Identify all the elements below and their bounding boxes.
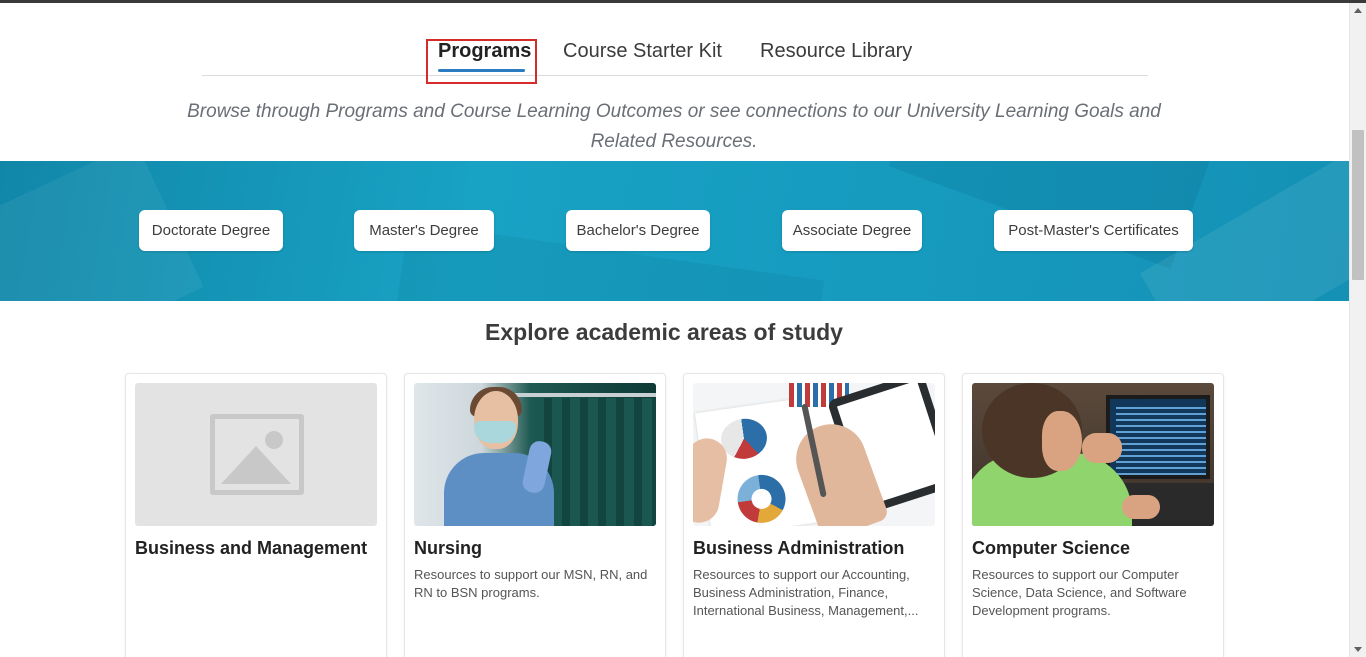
photo-hand bbox=[1122, 495, 1160, 519]
masters-degree-button[interactable]: Master's Degree bbox=[354, 210, 494, 251]
program-card-business-administration[interactable]: Business Administration Resources to sup… bbox=[683, 373, 945, 657]
scrollbar-thumb[interactable] bbox=[1352, 130, 1364, 280]
placeholder-mountain bbox=[221, 446, 291, 484]
tab-resource-library[interactable]: Resource Library bbox=[760, 40, 912, 63]
window-top-border bbox=[0, 0, 1366, 3]
associate-degree-button[interactable]: Associate Degree bbox=[782, 210, 922, 251]
card-title: Business Administration bbox=[693, 538, 905, 558]
card-image-programmer bbox=[972, 383, 1214, 526]
program-card-business-management[interactable]: Business and Management bbox=[125, 373, 387, 657]
card-image-placeholder bbox=[135, 383, 377, 526]
card-description: Resources to support our MSN, RN, and RN… bbox=[414, 567, 648, 600]
tab-course-starter-kit[interactable]: Course Starter Kit bbox=[563, 40, 722, 63]
program-card-computer-science[interactable]: Computer Science Resources to support ou… bbox=[962, 373, 1224, 657]
subtitle-line-2: Related Resources. bbox=[590, 131, 758, 152]
vertical-scrollbar[interactable] bbox=[1349, 3, 1366, 657]
donut-hole bbox=[750, 487, 773, 511]
photo-monitor bbox=[1106, 395, 1210, 479]
photo-mask bbox=[474, 421, 516, 443]
scroll-down-arrow-icon[interactable] bbox=[1354, 647, 1362, 652]
photo-face bbox=[1042, 411, 1082, 471]
program-tabs: Programs Course Starter Kit Resource Lib… bbox=[202, 34, 1148, 76]
bachelors-degree-button[interactable]: Bachelor's Degree bbox=[566, 210, 710, 251]
card-title: Nursing bbox=[414, 538, 483, 558]
page-subtitle: Browse through Programs and Course Learn… bbox=[180, 97, 1168, 157]
photo-rail bbox=[509, 393, 656, 397]
image-placeholder-icon bbox=[210, 414, 304, 495]
explore-heading: Explore academic areas of study bbox=[485, 319, 843, 345]
post-masters-certificates-button[interactable]: Post-Master's Certificates bbox=[994, 210, 1193, 251]
card-title: Computer Science bbox=[972, 538, 1131, 558]
annotation-highlight-box bbox=[426, 39, 537, 84]
card-title: Business and Management bbox=[135, 538, 368, 558]
card-description: Resources to support our Computer Scienc… bbox=[972, 567, 1187, 618]
subtitle-line-1: Browse through Programs and Course Learn… bbox=[187, 101, 1161, 122]
degree-banner: Doctorate Degree Master's Degree Bachelo… bbox=[0, 161, 1349, 301]
photo-code bbox=[1116, 407, 1206, 475]
program-card-nursing[interactable]: Nursing Resources to support our MSN, RN… bbox=[404, 373, 666, 657]
card-image-business-charts bbox=[693, 383, 935, 526]
card-image-nurse bbox=[414, 383, 656, 526]
doctorate-degree-button[interactable]: Doctorate Degree bbox=[139, 210, 283, 251]
photo-donut-chart bbox=[734, 471, 789, 526]
card-description: Resources to support our Accounting, Bus… bbox=[693, 567, 919, 618]
scroll-up-arrow-icon[interactable] bbox=[1354, 8, 1362, 13]
photo-hand bbox=[1082, 433, 1122, 463]
